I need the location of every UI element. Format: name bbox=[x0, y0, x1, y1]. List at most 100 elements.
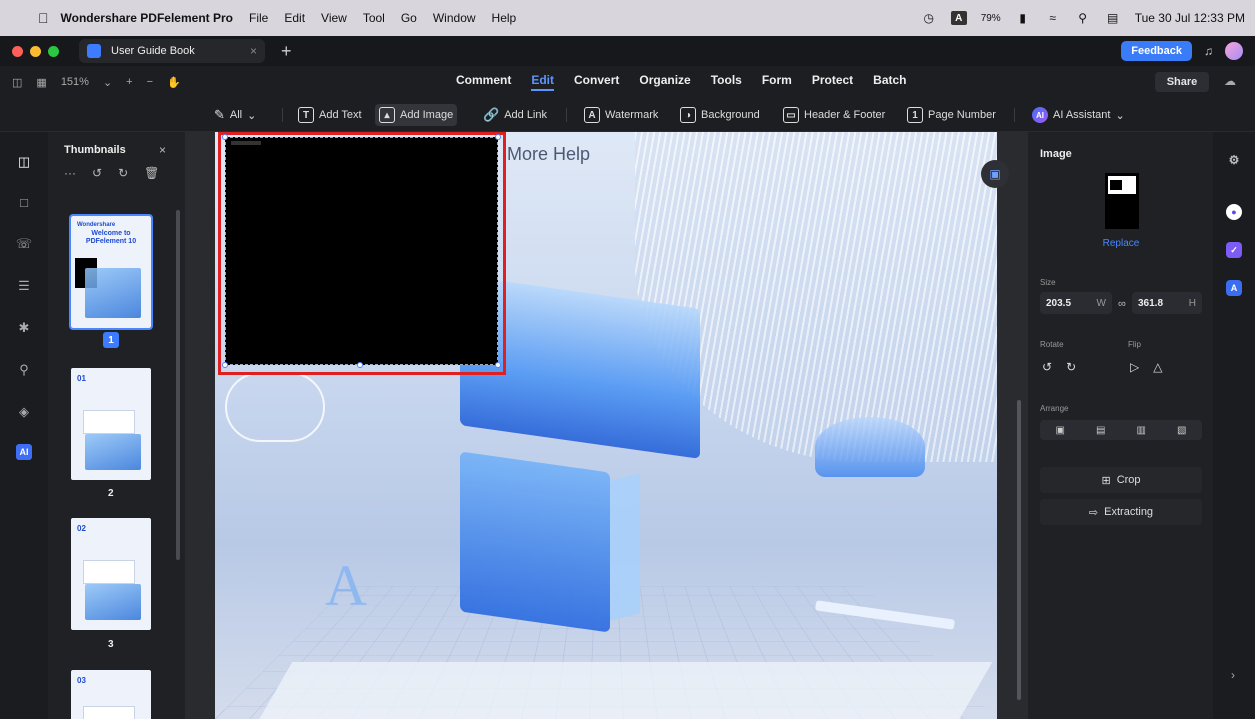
document-tab[interactable]: User Guide Book × bbox=[79, 39, 265, 63]
input-source-icon[interactable]: A bbox=[950, 11, 967, 25]
rotate-label: Rotate bbox=[1040, 340, 1064, 349]
thumbnails-panel-icon[interactable]: ◫ bbox=[16, 154, 32, 170]
sidebar-toggle-icon[interactable]: ◫ bbox=[12, 76, 22, 89]
app-name-menu[interactable]: Wondershare PDFelement Pro bbox=[61, 11, 234, 25]
tab-convert[interactable]: Convert bbox=[574, 73, 619, 91]
close-tab-icon[interactable]: × bbox=[250, 44, 257, 58]
tab-batch[interactable]: Batch bbox=[873, 73, 906, 91]
page-thumbnail[interactable]: 01 bbox=[71, 368, 151, 480]
resize-handle[interactable] bbox=[495, 362, 501, 368]
width-field[interactable]: 203.5 W bbox=[1040, 292, 1112, 314]
cloud-sync-icon[interactable]: ☁ bbox=[1224, 74, 1236, 88]
rotate-right-icon[interactable]: ↻ bbox=[118, 166, 128, 180]
replace-link[interactable]: Replace bbox=[1028, 238, 1214, 249]
resize-handle[interactable] bbox=[222, 362, 228, 368]
flip-vertical-icon[interactable]: △ bbox=[1153, 360, 1162, 374]
translate-icon[interactable]: A bbox=[1226, 280, 1242, 296]
battery-percent[interactable]: 79% bbox=[981, 13, 1001, 24]
canvas-scrollbar[interactable] bbox=[1017, 400, 1021, 700]
extracting-button[interactable]: ⇨ Extracting bbox=[1040, 499, 1202, 525]
chat-bot-icon[interactable]: ● bbox=[1226, 204, 1242, 220]
tab-comment[interactable]: Comment bbox=[456, 73, 511, 91]
send-to-back-icon[interactable]: ▧ bbox=[1177, 425, 1186, 436]
zoom-out-button[interactable]: − bbox=[147, 76, 153, 88]
stack-icon[interactable]: ◈ bbox=[16, 404, 32, 420]
battery-icon[interactable]: ▮ bbox=[1015, 11, 1031, 25]
zoom-dropdown-icon[interactable]: ⌄ bbox=[103, 76, 112, 89]
menubar-clock[interactable]: Tue 30 Jul 12:33 PM bbox=[1135, 11, 1245, 25]
thumb-visual bbox=[85, 434, 141, 470]
add-image-button[interactable]: ▴ Add Image bbox=[375, 104, 458, 126]
user-avatar[interactable] bbox=[1225, 42, 1243, 60]
tab-protect[interactable]: Protect bbox=[812, 73, 853, 91]
more-options-icon[interactable]: ··· bbox=[64, 166, 76, 180]
page-number-button[interactable]: 1 Page Number bbox=[903, 104, 1000, 126]
rotate-right-icon[interactable]: ↻ bbox=[1066, 360, 1076, 374]
bring-to-front-icon[interactable]: ▣ bbox=[1056, 425, 1065, 436]
page-thumbnail[interactable]: 03 bbox=[71, 670, 151, 719]
properties-toggle-icon[interactable]: ⚙ bbox=[1226, 152, 1242, 168]
zoom-level[interactable]: 151% bbox=[61, 76, 89, 88]
close-panel-icon[interactable]: × bbox=[159, 143, 166, 157]
page-heading-text[interactable]: More Help bbox=[507, 144, 590, 165]
resize-handle[interactable] bbox=[495, 134, 501, 140]
rotate-left-icon[interactable]: ↺ bbox=[1042, 360, 1052, 374]
layers-icon[interactable]: ☰ bbox=[16, 278, 32, 294]
attachment-icon[interactable]: ✱ bbox=[16, 320, 32, 336]
selected-image[interactable] bbox=[225, 137, 498, 365]
resize-handle[interactable] bbox=[357, 362, 363, 368]
spotlight-search-icon[interactable]: ⚲ bbox=[1075, 11, 1091, 25]
wifi-icon[interactable]: ≈ bbox=[1045, 11, 1061, 25]
notification-bell-icon[interactable]: ♫ bbox=[1204, 44, 1213, 58]
hand-tool-icon[interactable]: ✋ bbox=[167, 76, 181, 89]
new-tab-button[interactable]: + bbox=[281, 41, 292, 62]
trash-icon[interactable]: 🗑 bbox=[144, 166, 159, 180]
tab-edit[interactable]: Edit bbox=[531, 73, 555, 91]
watermark-button[interactable]: A Watermark bbox=[580, 104, 662, 126]
flip-horizontal-icon[interactable]: ▷ bbox=[1130, 360, 1139, 374]
add-link-button[interactable]: 🔗 Add Link bbox=[479, 104, 551, 126]
floating-edit-icon[interactable]: ▣ bbox=[981, 160, 1009, 188]
menu-go[interactable]: Go bbox=[401, 11, 417, 25]
bring-forward-icon[interactable]: ▤ bbox=[1096, 425, 1105, 436]
control-center-icon[interactable]: ▤ bbox=[1105, 11, 1121, 25]
zoom-window-button[interactable] bbox=[48, 45, 59, 57]
apple-icon[interactable]:  bbox=[38, 10, 49, 26]
menu-file[interactable]: File bbox=[249, 11, 268, 25]
tab-organize[interactable]: Organize bbox=[639, 73, 690, 91]
tab-tools[interactable]: Tools bbox=[711, 73, 742, 91]
ai-panel-icon[interactable]: AI bbox=[16, 444, 32, 460]
background-button[interactable]: ◑ Background bbox=[676, 104, 764, 126]
menu-tool[interactable]: Tool bbox=[363, 11, 385, 25]
send-backward-icon[interactable]: ▥ bbox=[1137, 425, 1146, 436]
share-button[interactable]: Share bbox=[1155, 72, 1209, 92]
crop-button[interactable]: ⊞ Crop bbox=[1040, 467, 1202, 493]
time-machine-icon[interactable]: ◷ bbox=[921, 11, 937, 25]
expand-panel-icon[interactable]: › bbox=[1231, 668, 1235, 682]
comment-panel-icon[interactable]: □ bbox=[16, 194, 32, 210]
rotate-left-icon[interactable]: ↺ bbox=[92, 166, 102, 180]
menu-view[interactable]: View bbox=[321, 11, 347, 25]
page-thumbnail[interactable]: Wondershare Welcome to PDFelement 10 bbox=[69, 214, 153, 330]
tab-form[interactable]: Form bbox=[762, 73, 792, 91]
search-icon[interactable]: ⚲ bbox=[16, 362, 32, 378]
page-thumbnail[interactable]: 02 bbox=[71, 518, 151, 630]
menu-help[interactable]: Help bbox=[492, 11, 517, 25]
edit-all-dropdown[interactable]: ✎ All ⌄ bbox=[210, 104, 260, 126]
link-ratio-icon[interactable]: ∞ bbox=[1118, 298, 1126, 310]
check-task-icon[interactable]: ✓ bbox=[1226, 242, 1242, 258]
minimize-window-button[interactable] bbox=[30, 45, 41, 57]
add-text-button[interactable]: T Add Text bbox=[294, 104, 366, 126]
menu-window[interactable]: Window bbox=[433, 11, 476, 25]
height-field[interactable]: 361.8 H bbox=[1132, 292, 1202, 314]
zoom-in-button[interactable]: + bbox=[126, 76, 132, 88]
header-footer-button[interactable]: ▭ Header & Footer bbox=[779, 104, 889, 126]
menu-edit[interactable]: Edit bbox=[284, 11, 305, 25]
thumbnails-scrollbar[interactable] bbox=[176, 210, 180, 560]
close-window-button[interactable] bbox=[12, 45, 23, 57]
page-layout-icon[interactable]: ▦ bbox=[36, 76, 46, 89]
ai-assistant-button[interactable]: AI AI Assistant ⌄ bbox=[1028, 104, 1129, 126]
resize-handle[interactable] bbox=[222, 134, 228, 140]
feedback-button[interactable]: Feedback bbox=[1121, 41, 1192, 61]
bookmark-icon[interactable]: ☏ bbox=[16, 236, 32, 252]
